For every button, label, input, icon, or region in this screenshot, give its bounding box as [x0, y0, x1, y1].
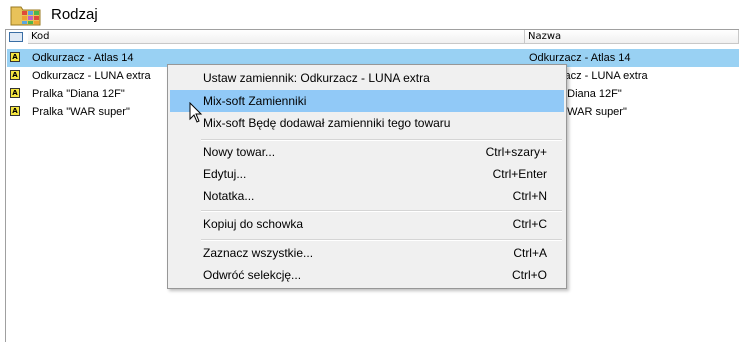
cell-kod: Odkurzacz - Atlas 14 — [32, 52, 134, 64]
menu-item-label: Zaznacz wszystkie... — [203, 246, 314, 260]
menu-item-note[interactable]: Notatka... Ctrl+N — [170, 185, 564, 207]
menu-item-copy-to-clipboard[interactable]: Kopiuj do schowka Ctrl+C — [170, 213, 564, 235]
item-type-badge: A — [10, 52, 20, 62]
menu-item-label: Odwróć selekcję... — [203, 268, 302, 282]
menu-item-shortcut: Ctrl+A — [513, 246, 547, 260]
menu-item-label: Notatka... — [203, 189, 255, 203]
menu-item-label: Mix-soft Będę dodawał zamienniki tego to… — [203, 116, 451, 130]
cell-kod: Pralka "WAR super" — [32, 106, 130, 118]
menu-item-label: Kopiuj do schowka — [203, 217, 304, 231]
menu-item-shortcut: Ctrl+C — [512, 217, 547, 231]
column-header-kod[interactable]: Kod — [28, 30, 525, 44]
menu-separator — [201, 239, 562, 241]
menu-item-shortcut: Ctrl+O — [511, 268, 547, 282]
window-title: Rodzaj — [51, 6, 98, 23]
menu-item-set-replacement[interactable]: Ustaw zamiennik: Odkurzacz - LUNA extra — [170, 67, 564, 89]
menu-item-select-all[interactable]: Zaznacz wszystkie... Ctrl+A — [170, 242, 564, 264]
menu-item-new-product[interactable]: Nowy towar... Ctrl+szary+ — [170, 141, 564, 163]
menu-item-shortcut: Ctrl+Enter — [492, 167, 547, 181]
item-type-badge: A — [10, 106, 20, 116]
cell-kod: Pralka "Diana 12F" — [32, 88, 125, 100]
menu-item-shortcut: Ctrl+szary+ — [485, 145, 547, 159]
menu-item-mixsoft-add-replacements[interactable]: Mix-soft Będę dodawał zamienniki tego to… — [170, 112, 564, 134]
context-menu: Ustaw zamiennik: Odkurzacz - LUNA extra … — [167, 64, 567, 289]
item-type-badge: A — [10, 88, 20, 98]
column-header-nazwa[interactable]: Nazwa — [525, 30, 739, 44]
menu-item-invert-selection[interactable]: Odwróć selekcję... Ctrl+O — [170, 264, 564, 286]
menu-item-label: Edytuj... — [203, 167, 247, 181]
column-header-kod-label: Kod — [31, 31, 50, 42]
menu-item-edit[interactable]: Edytuj... Ctrl+Enter — [170, 163, 564, 185]
select-all-checkbox-icon[interactable] — [9, 32, 23, 42]
item-type-badge: A — [10, 70, 20, 80]
menu-item-label: Ustaw zamiennik: Odkurzacz - LUNA extra — [203, 71, 430, 85]
column-header-nazwa-label: Nazwa — [528, 31, 562, 42]
menu-item-label: Nowy towar... — [203, 145, 276, 159]
title-bar: Rodzaj — [0, 0, 739, 29]
cell-kod: Odkurzacz - LUNA extra — [32, 70, 151, 82]
folder-grid-icon — [10, 6, 41, 26]
mouse-pointer-icon — [189, 102, 203, 123]
menu-separator — [201, 210, 562, 212]
menu-item-label: Mix-soft Zamienniki — [203, 94, 307, 108]
menu-item-mixsoft-replacements[interactable]: Mix-soft Zamienniki — [170, 90, 564, 112]
menu-item-shortcut: Ctrl+N — [512, 189, 547, 203]
